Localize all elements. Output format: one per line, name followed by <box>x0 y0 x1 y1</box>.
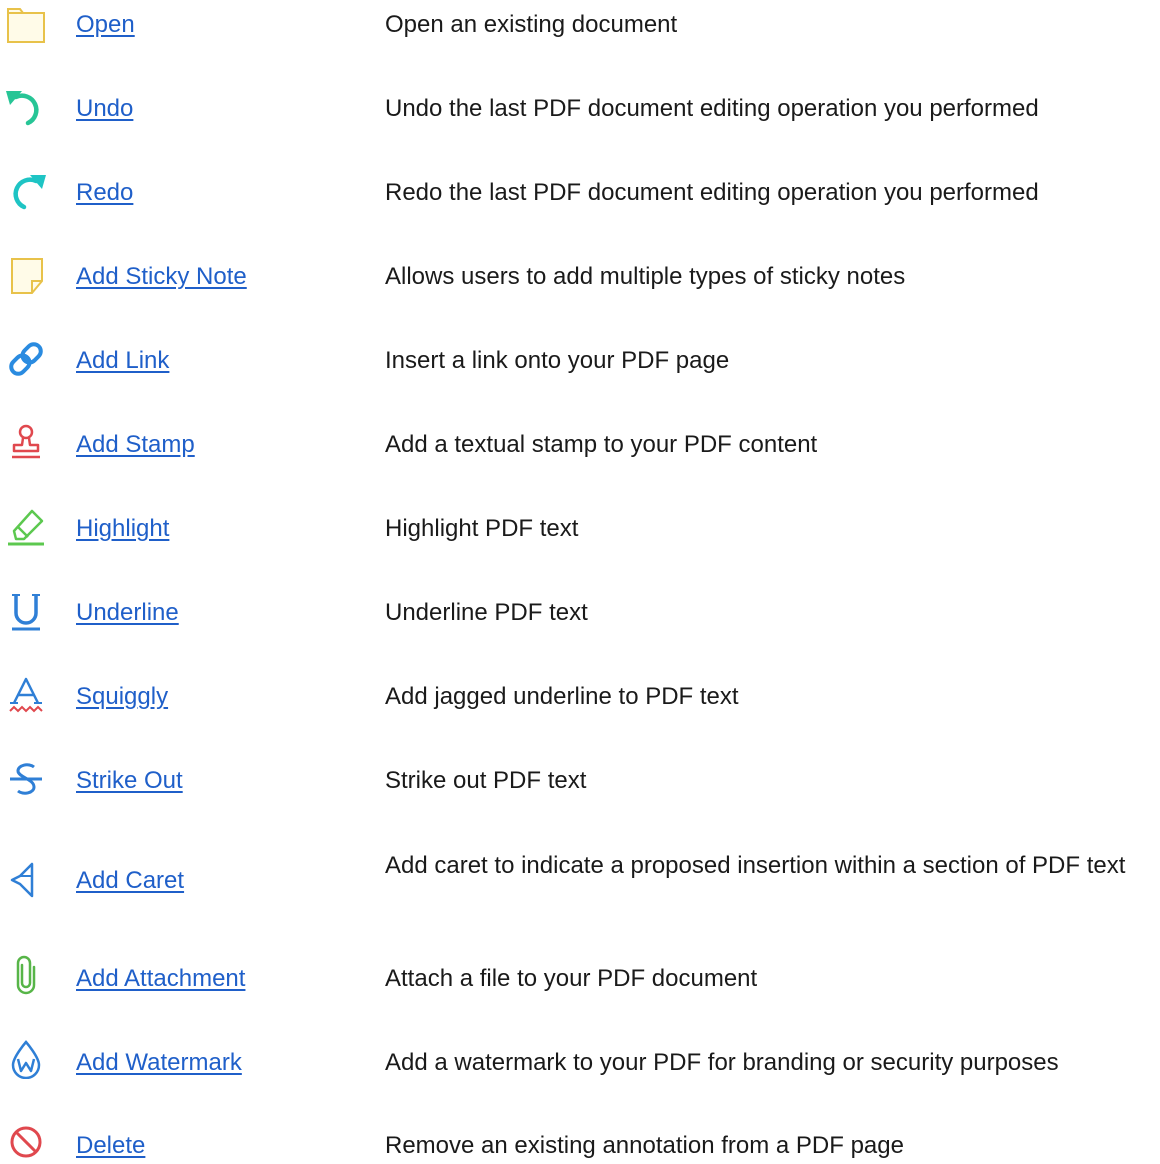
undo-description: Undo the last PDF document editing opera… <box>385 95 1039 122</box>
redo-description: Redo the last PDF document editing opera… <box>385 179 1039 206</box>
add-link-description: Insert a link onto your PDF page <box>385 347 730 374</box>
link-icon[interactable] <box>6 339 46 379</box>
add-caret-description: Add caret to indicate a proposed inserti… <box>385 852 1126 879</box>
underline-description: Underline PDF text <box>385 599 588 626</box>
add-attachment-link[interactable]: Add Attachment <box>76 965 245 993</box>
squiggly-icon[interactable] <box>6 675 46 715</box>
undo-link[interactable]: Undo <box>76 95 133 123</box>
open-description: Open an existing document <box>385 11 678 38</box>
add-stamp-link[interactable]: Add Stamp <box>76 431 195 459</box>
add-caret-link[interactable]: Add Caret <box>76 867 184 895</box>
undo-icon[interactable] <box>6 87 46 127</box>
squiggly-description: Add jagged underline to PDF text <box>385 683 739 710</box>
underline-link[interactable]: Underline <box>76 599 179 627</box>
strike-out-link[interactable]: Strike Out <box>76 767 183 795</box>
watermark-icon[interactable] <box>6 1039 46 1079</box>
redo-link[interactable]: Redo <box>76 179 133 207</box>
sticky-note-icon[interactable] <box>6 255 46 295</box>
add-sticky-note-description: Allows users to add multiple types of st… <box>385 263 906 290</box>
delete-link[interactable]: Delete <box>76 1132 145 1160</box>
highlight-description: Highlight PDF text <box>385 515 579 542</box>
redo-icon[interactable] <box>6 171 46 211</box>
strikeout-icon[interactable] <box>6 759 46 799</box>
underline-icon[interactable] <box>6 591 46 631</box>
delete-icon[interactable] <box>6 1122 46 1162</box>
highlighter-icon[interactable] <box>6 507 46 547</box>
highlight-link[interactable]: Highlight <box>76 515 169 543</box>
caret-icon[interactable] <box>6 860 46 900</box>
folder-icon[interactable] <box>6 4 46 44</box>
add-link-link[interactable]: Add Link <box>76 347 169 375</box>
delete-description: Remove an existing annotation from a PDF… <box>385 1132 904 1159</box>
strike-out-description: Strike out PDF text <box>385 767 587 794</box>
add-watermark-link[interactable]: Add Watermark <box>76 1049 242 1077</box>
add-watermark-description: Add a watermark to your PDF for branding… <box>385 1049 1059 1076</box>
add-attachment-description: Attach a file to your PDF document <box>385 965 758 992</box>
stamp-icon[interactable] <box>6 423 46 463</box>
open-link[interactable]: Open <box>76 11 135 39</box>
squiggly-link[interactable]: Squiggly <box>76 683 168 711</box>
paperclip-icon[interactable] <box>6 955 46 995</box>
add-stamp-description: Add a textual stamp to your PDF content <box>385 431 818 458</box>
add-sticky-note-link[interactable]: Add Sticky Note <box>76 263 247 291</box>
